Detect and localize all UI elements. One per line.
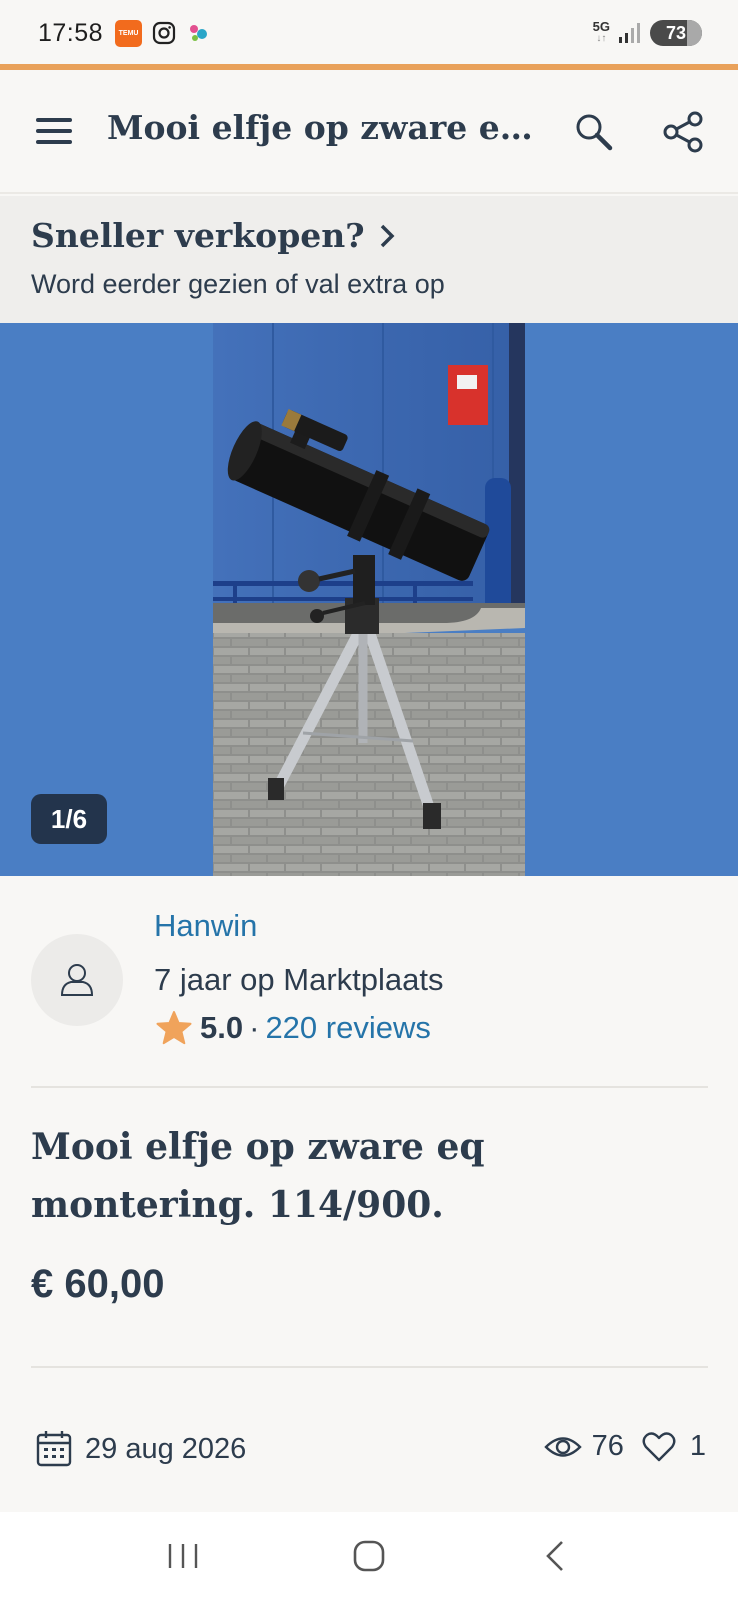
recent-apps-button[interactable] [153,1526,213,1586]
separator: · [249,1010,260,1045]
app-header: Mooi elfje op zware eq montering. 114/90… [0,70,738,194]
assistant-app-icon [190,25,208,41]
image-counter: 1/6 [31,794,107,844]
divider [31,1366,708,1368]
listing-stats: 76 1 [543,1430,706,1463]
promo-subtitle: Word eerder gezien of val extra op [31,269,445,299]
image-gallery[interactable]: 1/6 [0,323,738,876]
temu-app-icon: TEMU [115,19,143,47]
home-icon [353,1540,385,1572]
chevron-right-icon [380,224,395,247]
back-icon [546,1541,563,1571]
signal-icon [619,23,640,43]
status-bar: 17:58 TEMU 5G ↓↑ 73 [0,0,738,66]
heart-icon[interactable] [642,1431,676,1462]
calendar-icon [36,1431,72,1467]
date-value: 29 aug 2026 [85,1432,247,1465]
listing-meta: 29 aug 2026 76 1 [0,1430,738,1474]
star-icon [156,1011,192,1045]
system-nav-bar [0,1512,738,1600]
favorites-count: 1 [689,1430,706,1462]
search-icon[interactable] [572,110,616,154]
user-icon [60,964,94,996]
eye-icon [543,1436,582,1457]
listing-price: € 60,00 [31,1262,165,1306]
page-title: Mooi elfje op zware eq montering. 114/90… [107,108,547,147]
status-time: 17:58 [38,18,104,47]
share-icon[interactable] [662,110,706,154]
network-indicator: 5G ↓↑ [592,19,610,44]
listing-date: 29 aug 2026 [36,1430,246,1468]
seller-membership: 7 jaar op Marktplaats [154,962,444,997]
notification-icons: TEMU [115,19,212,47]
seller-info: Hanwin 7 jaar op Marktplaats 5.0 · 220 r… [0,876,738,1086]
promo-banner[interactable]: Sneller verkopen? Word eerder gezien of … [0,196,738,323]
reviews-link[interactable]: 220 reviews [265,1010,430,1046]
rating-value: 5.0 [200,1010,244,1045]
seller-rating: 5.0 · 220 reviews [156,1010,431,1046]
views-count: 76 [591,1430,624,1462]
divider [31,1086,708,1088]
promo-title: Sneller verkopen? [31,216,707,255]
recent-apps-icon [168,1544,198,1568]
seller-name[interactable]: Hanwin [154,908,257,944]
system-indicators: 5G ↓↑ 73 [593,20,702,46]
back-button[interactable] [525,1526,585,1586]
listing-photo[interactable] [213,323,525,876]
menu-icon[interactable] [36,118,72,144]
battery-level: 73 [665,22,687,43]
avatar[interactable] [31,934,123,1026]
instagram-icon [152,21,176,45]
listing-title: Mooi elfje op zware eq montering. 114/90… [31,1126,485,1226]
home-button[interactable] [339,1526,399,1586]
battery-indicator: 73 [650,20,702,46]
